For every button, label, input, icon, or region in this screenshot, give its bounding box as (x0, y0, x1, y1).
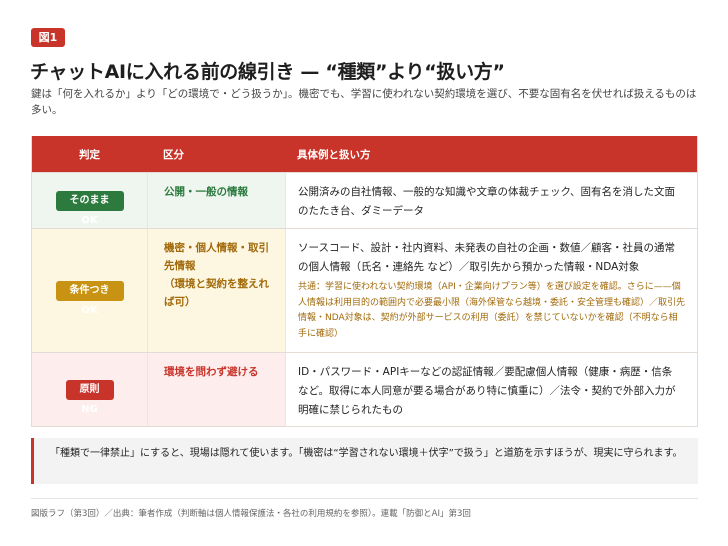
guideline-table: 判定 区分 具体例と扱い方 そのままOK 公開・一般の情報 公開済みの自社情報、… (31, 136, 698, 427)
handling-note: 共通：学習に使われない契約環境（API・企業向けプラン等）を選び設定を確認。さら… (298, 282, 686, 339)
table-row-conditional: 条件つきOK 機密・個人情報・取引先情報 （環境と契約を整えれば可） ソースコー… (32, 228, 697, 352)
verdict-badge-conditional: 条件つきOK (55, 280, 124, 316)
category-cell: 公開・一般の情報 (147, 173, 285, 228)
examples-cell: ID・パスワード・APIキーなどの認証情報／要配慮個人情報（健康・病歴・信条 な… (285, 353, 697, 426)
table-row-ok: そのままOK 公開・一般の情報 公開済みの自社情報、一般的な知識や文章の体裁チェ… (32, 172, 697, 228)
header-examples: 具体例と扱い方 (297, 148, 371, 161)
category-cell: 機密・個人情報・取引先情報 （環境と契約を整えれば可） (147, 229, 285, 352)
examples-text: ソースコード、設計・社内資料、未発表の自社の企画・数値／顧客・社員の通常の個人情… (298, 242, 676, 273)
callout-box: 「種類で一律禁止」にすると、現場は隠れて使います。「機密は“学習されない環境＋伏… (31, 438, 698, 484)
figure-tag: 図1 (31, 28, 65, 47)
verdict-badge-ok: そのままOK (55, 190, 124, 226)
page-title: チャットAIに入れる前の線引き — “種類”より“扱い方” (30, 61, 505, 83)
source-caption: 図版ラフ（第3回）／出典：筆者作成（判断軸は個人情報保護法・各社の利用規約を参照… (31, 509, 471, 519)
header-verdict: 判定 (79, 148, 100, 161)
verdict-cell: 条件つきOK (32, 229, 147, 352)
category-cell: 環境を問わず避ける (147, 353, 285, 426)
table-row-ng: 原則NG 環境を問わず避ける ID・パスワード・APIキーなどの認証情報／要配慮… (32, 352, 697, 426)
verdict-badge-ng: 原則NG (65, 379, 114, 415)
subtitle: 鍵は「何を入れるか」より「どの環境で・どう扱うか」。機密でも、学習に使われない契… (31, 88, 697, 116)
verdict-cell: そのままOK (32, 173, 147, 228)
header-category: 区分 (163, 148, 184, 161)
examples-cell: ソースコード、設計・社内資料、未発表の自社の企画・数値／顧客・社員の通常の個人情… (285, 229, 697, 352)
divider (31, 498, 698, 499)
table-header: 判定 区分 具体例と扱い方 (32, 136, 697, 172)
examples-cell: 公開済みの自社情報、一般的な知識や文章の体裁チェック、固有名を消した文面のたたき… (285, 173, 697, 228)
verdict-cell: 原則NG (32, 353, 147, 426)
